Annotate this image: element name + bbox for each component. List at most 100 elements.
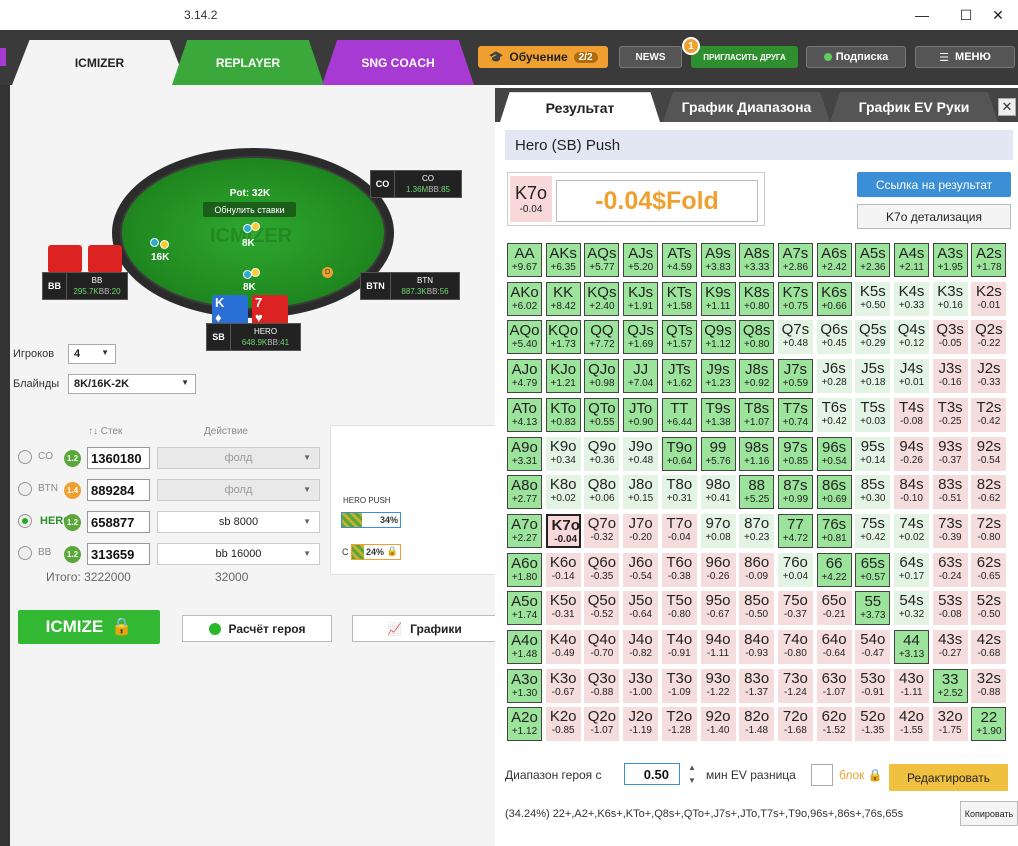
hand-cell[interactable]: T9o +0.64: [661, 436, 697, 471]
hand-cell[interactable]: 76s +0.81: [816, 513, 852, 548]
chevron-up-icon[interactable]: ▲: [688, 763, 700, 772]
hero-calc-button[interactable]: Расчёт героя: [182, 615, 332, 642]
hand-cell[interactable]: T6o -0.38: [661, 552, 697, 587]
hand-cell[interactable]: Q5s +0.29: [855, 320, 891, 355]
seat-btn[interactable]: BTN BTN 887.3KBB:56: [360, 272, 460, 300]
hand-cell[interactable]: 94s -0.26: [894, 436, 929, 471]
player-stack-input-co[interactable]: 1360180: [87, 447, 150, 469]
hand-cell[interactable]: T8o +0.31: [661, 475, 697, 510]
hero-range-input[interactable]: 0.50: [624, 763, 680, 785]
hand-cell[interactable]: T4s -0.08: [894, 397, 929, 432]
hand-cell[interactable]: 72o -1.68: [777, 707, 813, 742]
hand-cell[interactable]: Q8o +0.06: [584, 475, 620, 510]
min-ev-input[interactable]: [811, 764, 833, 786]
hand-cell[interactable]: J3s -0.16: [932, 359, 968, 394]
tab-replayer[interactable]: REPLAYER: [172, 40, 324, 85]
hand-cell[interactable]: Q7o -0.32: [584, 513, 620, 548]
tab-sng-coach[interactable]: SNG COACH: [322, 40, 474, 85]
close-window-button[interactable]: ✕: [978, 0, 1018, 30]
hand-cell[interactable]: 32s -0.88: [971, 668, 1007, 703]
hand-cell[interactable]: TT +6.44: [661, 397, 697, 432]
hand-cell[interactable]: AKs +6.35: [545, 243, 581, 277]
learn-button[interactable]: 🎓 Обучение 2/2: [478, 46, 608, 68]
hand-cell[interactable]: Q3s -0.05: [932, 320, 968, 355]
hand-cell[interactable]: 73s -0.39: [932, 513, 968, 548]
hand-cell[interactable]: 42o -1.55: [894, 707, 929, 742]
hand-cell[interactable]: 96s +0.54: [816, 436, 852, 471]
hand-cell[interactable]: 43s -0.27: [932, 630, 968, 664]
hand-cell[interactable]: JJ +7.04: [623, 359, 659, 394]
tab-range-chart[interactable]: График Диапазона: [663, 92, 830, 122]
close-icon[interactable]: ✕: [998, 98, 1016, 116]
hand-cell[interactable]: 32o -1.75: [932, 707, 968, 742]
hand-cell[interactable]: Q6s +0.45: [816, 320, 852, 355]
hand-cell[interactable]: T8s +1.07: [739, 397, 775, 432]
hand-cell[interactable]: J7o -0.20: [623, 513, 659, 548]
hand-cell[interactable]: T2o -1.28: [661, 707, 697, 742]
hand-cell[interactable]: 66 +4.22: [816, 552, 852, 587]
player-radio-bb[interactable]: [18, 546, 32, 560]
hand-cell[interactable]: 93s -0.37: [932, 436, 968, 471]
hand-cell[interactable]: 43o -1.11: [894, 668, 929, 703]
hand-cell[interactable]: 86s +0.69: [816, 475, 852, 510]
hand-cell[interactable]: 96o -0.26: [700, 552, 736, 587]
seat-bb[interactable]: BB BB 295.7KBB:20: [42, 272, 128, 300]
hand-cell[interactable]: 85o -0.50: [739, 591, 775, 626]
hand-cell[interactable]: QJo +0.98: [584, 359, 620, 394]
hand-cell[interactable]: KQs +2.40: [584, 281, 620, 316]
player-radio-co[interactable]: [18, 450, 32, 464]
seat-hero[interactable]: SB HERO 648.9KBB:41: [206, 323, 301, 351]
hand-cell[interactable]: 87s +0.99: [777, 475, 813, 510]
hand-cell[interactable]: K2s -0.01: [971, 281, 1007, 316]
hand-cell[interactable]: ATo +4.13: [507, 397, 542, 432]
subscription-button[interactable]: Подписка: [806, 46, 906, 68]
hand-cell[interactable]: A6s +2.42: [816, 243, 852, 277]
menu-button[interactable]: ☰ МЕНЮ: [915, 46, 1015, 68]
hand-cell[interactable]: 74o -0.80: [777, 630, 813, 664]
hand-cell[interactable]: 63s -0.24: [932, 552, 968, 587]
hand-cell[interactable]: K9o +0.34: [545, 436, 581, 471]
hand-cell[interactable]: AJs +5.20: [623, 243, 659, 277]
hand-cell[interactable]: QTo +0.55: [584, 397, 620, 432]
hand-cell[interactable]: 93o -1.22: [700, 668, 736, 703]
hand-cell[interactable]: Q9o +0.36: [584, 436, 620, 471]
edit-button[interactable]: Редактировать: [889, 764, 1008, 791]
hand-cell[interactable]: 99 +5.76: [700, 436, 736, 471]
hand-cell[interactable]: T9s +1.38: [700, 397, 736, 432]
hand-cell[interactable]: JTs +1.62: [661, 359, 697, 394]
hand-cell[interactable]: 95s +0.14: [855, 436, 891, 471]
hand-cell[interactable]: A4s +2.11: [894, 243, 929, 277]
news-button[interactable]: NEWS: [619, 46, 682, 68]
hand-cell[interactable]: KK +8.42: [545, 281, 581, 316]
blinds-select[interactable]: 8K/16K-2K ▼: [68, 374, 196, 394]
minimize-button[interactable]: —: [902, 0, 942, 30]
hand-cell[interactable]: 62s -0.65: [971, 552, 1007, 587]
hand-cell[interactable]: 95o -0.67: [700, 591, 736, 626]
hand-cell[interactable]: QTs +1.57: [661, 320, 697, 355]
hand-cell[interactable]: J5s +0.18: [855, 359, 891, 394]
players-count-select[interactable]: 4 ▼: [68, 344, 116, 364]
hand-cell[interactable]: ATs +4.59: [661, 243, 697, 277]
hand-cell[interactable]: K9s +1.11: [700, 281, 736, 316]
hand-cell[interactable]: K6s +0.66: [816, 281, 852, 316]
hand-cell[interactable]: Q8s +0.80: [739, 320, 775, 355]
hand-cell[interactable]: 88 +5.25: [739, 475, 775, 510]
hand-cell[interactable]: K4o -0.49: [545, 630, 581, 664]
hand-cell[interactable]: K7o -0.04: [545, 513, 581, 548]
player-radio-hero[interactable]: [18, 514, 32, 528]
hand-cell[interactable]: 64s +0.17: [894, 552, 929, 587]
hand-cell[interactable]: 55 +3.73: [855, 591, 891, 626]
hand-cell[interactable]: 76o +0.04: [777, 552, 813, 587]
hand-cell[interactable]: 65o -0.21: [816, 591, 852, 626]
hand-cell[interactable]: T3s -0.25: [932, 397, 968, 432]
player-radio-btn[interactable]: [18, 482, 32, 496]
player-stack-input-hero[interactable]: 658877: [87, 511, 150, 533]
hand-cell[interactable]: A8s +3.33: [739, 243, 775, 277]
hand-cell[interactable]: 53o -0.91: [855, 668, 891, 703]
hand-cell[interactable]: 83o -1.37: [739, 668, 775, 703]
hand-cell[interactable]: 82s -0.62: [971, 475, 1007, 510]
hand-cell[interactable]: 74s +0.02: [894, 513, 929, 548]
hand-cell[interactable]: 86o -0.09: [739, 552, 775, 587]
hand-cell[interactable]: T3o -1.09: [661, 668, 697, 703]
hand-cell[interactable]: QJs +1.69: [623, 320, 659, 355]
